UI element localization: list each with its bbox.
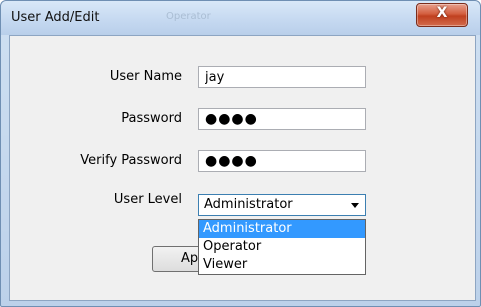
dialog-title: User Add/Edit [11,10,100,25]
background-window-title: Operator [166,11,211,22]
password-label: Password [121,111,182,126]
option-administrator[interactable]: Administrator [199,220,365,238]
verify-password-label: Verify Password [80,153,182,168]
title-bar[interactable]: User Add/Edit Operator X [1,1,480,35]
username-label: User Name [109,69,182,84]
user-level-dropdown-list: Administrator Operator Viewer [198,219,366,275]
user-level-select[interactable]: Administrator [198,194,366,216]
option-operator[interactable]: Operator [199,238,365,256]
apply-button-label: Ap [181,251,199,266]
verify-password-input[interactable]: ●●●● [198,150,366,172]
option-viewer[interactable]: Viewer [199,256,365,274]
close-icon: X [436,5,448,21]
user-level-label: User Level [113,192,182,207]
user-level-selected-value: Administrator [204,197,293,212]
password-input[interactable]: ●●●● [198,108,366,130]
username-input[interactable] [198,66,366,88]
close-button[interactable]: X [416,3,468,27]
chevron-down-icon [351,203,359,208]
user-add-edit-dialog: User Add/Edit Operator X User Name Passw… [0,0,481,307]
